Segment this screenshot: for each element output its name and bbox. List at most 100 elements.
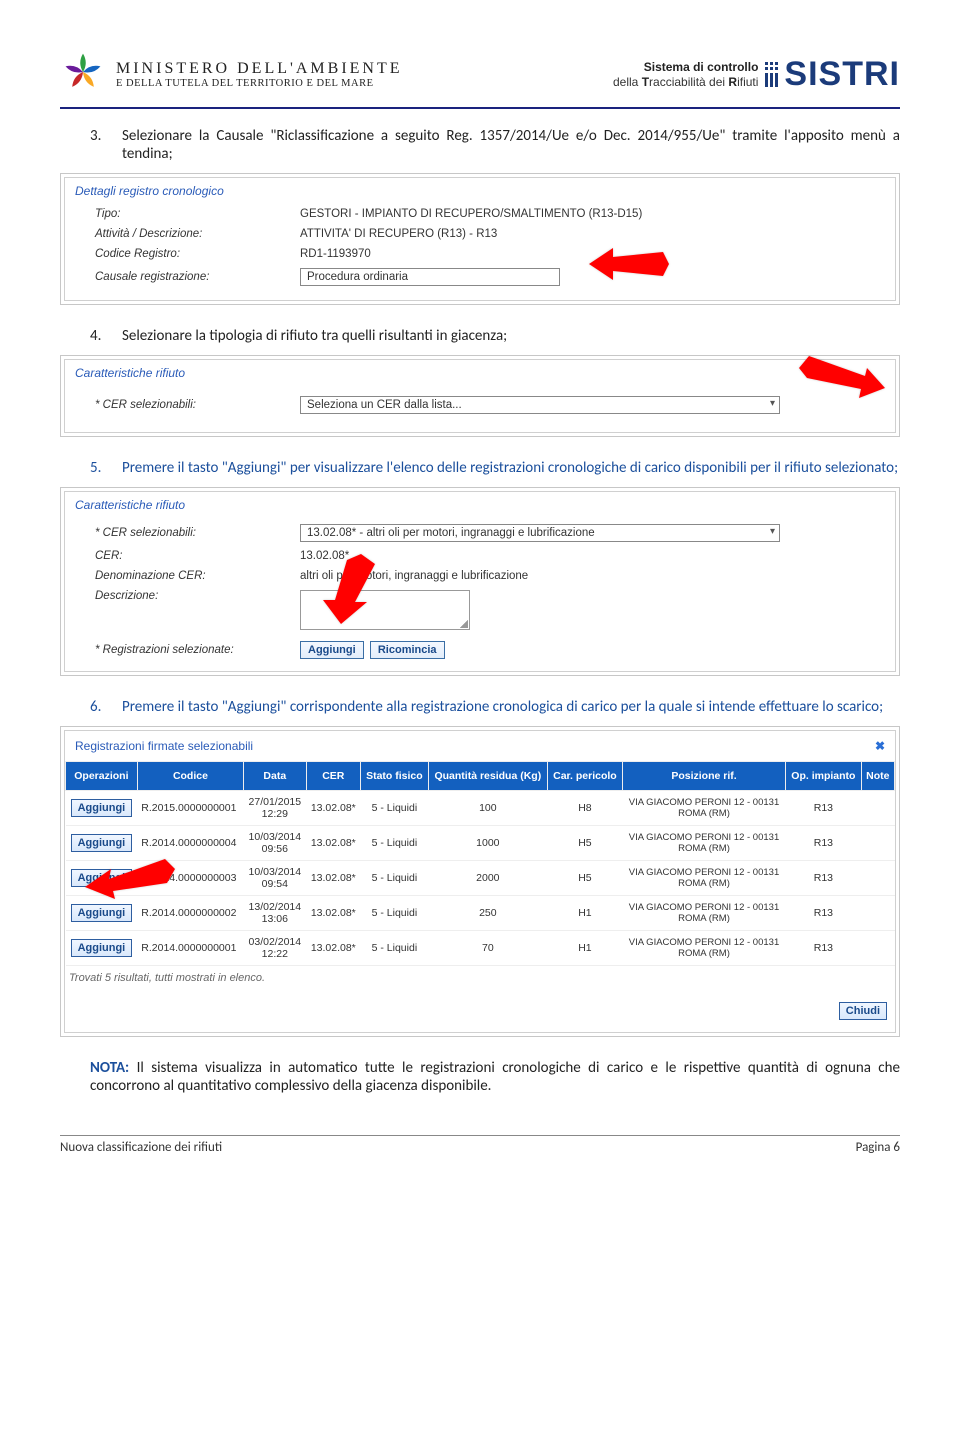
nota-label: NOTA: <box>90 1059 129 1077</box>
panel-caratteristiche-rifiuto-1: Caratteristiche rifiuto * CER selezionab… <box>60 355 900 437</box>
cell-opimp: R13 <box>786 861 861 896</box>
aggiungi-row-button[interactable]: Aggiungi <box>71 799 133 817</box>
cell-opimp: R13 <box>786 896 861 931</box>
ministry-text: MINISTERO DELL'AMBIENTE E DELLA TUTELA D… <box>116 60 403 89</box>
ministry-logo-icon <box>60 50 106 99</box>
close-icon[interactable]: ✖ <box>875 739 885 753</box>
panel-caratteristiche-rifiuto-2: Caratteristiche rifiuto * CER selezionab… <box>60 487 900 676</box>
table-row: AggiungiR.2014.000000000310/03/201409:54… <box>66 861 895 896</box>
cell-note <box>861 896 894 931</box>
value-attivita: ATTIVITA' DI RECUPERO (R13) - R13 <box>300 228 895 240</box>
step-text: Premere il tasto "Aggiungi" per visualiz… <box>122 459 900 477</box>
ministry-line2: E DELLA TUTELA DEL TERRITORIO E DEL MARE <box>116 78 403 89</box>
causale-select[interactable]: Procedura ordinaria <box>300 268 560 286</box>
cell-qta: 70 <box>428 931 547 966</box>
chiudi-button[interactable]: Chiudi <box>839 1002 887 1020</box>
label-registrazioni-selezionate: * Registrazioni selezionate: <box>95 644 300 656</box>
cell-car: H5 <box>548 861 623 896</box>
cell-stato: 5 - Liquidi <box>361 861 429 896</box>
cell-posizione: VIA GIACOMO PERONI 12 - 00131ROMA (RM) <box>622 861 785 896</box>
cell-note <box>861 826 894 861</box>
cer-select[interactable]: Seleziona un CER dalla lista... <box>300 396 780 414</box>
aggiungi-button[interactable]: Aggiungi <box>300 641 364 659</box>
barcode-icon <box>764 60 778 90</box>
cell-opimp: R13 <box>786 931 861 966</box>
cell-posizione: VIA GIACOMO PERONI 12 - 00131ROMA (RM) <box>622 896 785 931</box>
th-operazioni: Operazioni <box>66 762 138 791</box>
header-right: Sistema di controllo della Tracciabilità… <box>613 55 900 94</box>
th-note: Note <box>861 762 894 791</box>
step-number: 5. <box>90 459 104 477</box>
table-row: AggiungiR.2014.000000000213/02/201413:06… <box>66 896 895 931</box>
step-text: Selezionare la Causale "Riclassificazion… <box>122 127 900 163</box>
label-attivita: Attività / Descrizione: <box>95 228 300 240</box>
ministry-line1: MINISTERO DELL'AMBIENTE <box>116 60 403 78</box>
ricomincia-button[interactable]: Ricomincia <box>370 641 445 659</box>
cell-data: 10/03/201409:56 <box>244 826 306 861</box>
cell-data: 03/02/201412:22 <box>244 931 306 966</box>
page-header: MINISTERO DELL'AMBIENTE E DELLA TUTELA D… <box>60 50 900 109</box>
cell-cer: 13.02.08* <box>306 791 361 826</box>
cer-select-value[interactable]: 13.02.08* - altri oli per motori, ingran… <box>300 524 780 542</box>
label-causale: Causale registrazione: <box>95 271 300 283</box>
aggiungi-row-button[interactable]: Aggiungi <box>71 939 133 957</box>
panel-title: Caratteristiche rifiuto <box>65 360 895 382</box>
cell-cer: 13.02.08* <box>306 826 361 861</box>
page-footer: Nuova classificazione dei rifiuti Pagina… <box>60 1135 900 1155</box>
panel-title: Registrazioni firmate selezionabili ✖ <box>65 731 895 761</box>
table-row: AggiungiR.2014.000000000410/03/201409:56… <box>66 826 895 861</box>
cell-data: 10/03/201409:54 <box>244 861 306 896</box>
th-stato-fisico: Stato fisico <box>361 762 429 791</box>
step-text: Selezionare la tipologia di rifiuto tra … <box>122 327 900 345</box>
value-cer: 13.02.08* <box>300 550 895 562</box>
step-text: Premere il tasto "Aggiungi" corrisponden… <box>122 698 900 716</box>
cell-posizione: VIA GIACOMO PERONI 12 - 00131ROMA (RM) <box>622 791 785 826</box>
step-3: 3. Selezionare la Causale "Riclassificaz… <box>90 127 900 163</box>
red-arrow-icon <box>85 853 175 904</box>
cell-posizione: VIA GIACOMO PERONI 12 - 00131ROMA (RM) <box>622 931 785 966</box>
cell-stato: 5 - Liquidi <box>361 931 429 966</box>
cell-opimp: R13 <box>786 826 861 861</box>
label-cer: CER: <box>95 550 300 562</box>
aggiungi-row-button[interactable]: Aggiungi <box>71 904 133 922</box>
step-4: 4. Selezionare la tipologia di rifiuto t… <box>90 327 900 345</box>
cell-note <box>861 791 894 826</box>
panel-title: Caratteristiche rifiuto <box>65 492 895 514</box>
aggiungi-row-button[interactable]: Aggiungi <box>71 834 133 852</box>
cell-note <box>861 931 894 966</box>
nota-block: NOTA: Il sistema visualizza in automatic… <box>90 1059 900 1095</box>
cell-car: H1 <box>548 931 623 966</box>
table-row: AggiungiR.2015.000000000127/01/201512:29… <box>66 791 895 826</box>
cell-qta: 250 <box>428 896 547 931</box>
panel-dettagli-registro: Dettagli registro cronologico Tipo:GESTO… <box>60 173 900 305</box>
footer-left: Nuova classificazione dei rifiuti <box>60 1140 222 1155</box>
registrazioni-table: Operazioni Codice Data CER Stato fisico … <box>65 761 895 966</box>
nota-text: Il sistema visualizza in automatico tutt… <box>90 1059 900 1095</box>
panel-registrazioni-firmate: Registrazioni firmate selezionabili ✖ Op… <box>60 726 900 1037</box>
label-cer-selezionabili: * CER selezionabili: <box>95 527 300 539</box>
red-arrow-icon <box>321 554 383 629</box>
cell-codice: R.2015.0000000001 <box>137 791 243 826</box>
header-left: MINISTERO DELL'AMBIENTE E DELLA TUTELA D… <box>60 50 403 99</box>
footer-right: Pagina 6 <box>856 1140 900 1155</box>
label-tipo: Tipo: <box>95 208 300 220</box>
sistri-subtitle: Sistema di controllo della Tracciabilità… <box>613 60 758 90</box>
table-header-row: Operazioni Codice Data CER Stato fisico … <box>66 762 895 791</box>
cell-note <box>861 861 894 896</box>
label-codice-registro: Codice Registro: <box>95 248 300 260</box>
cell-qta: 2000 <box>428 861 547 896</box>
cell-stato: 5 - Liquidi <box>361 826 429 861</box>
value-tipo: GESTORI - IMPIANTO DI RECUPERO/SMALTIMEN… <box>300 208 895 220</box>
value-denominazione: altri oli per motori, ingranaggi e lubri… <box>300 570 895 582</box>
cell-cer: 13.02.08* <box>306 931 361 966</box>
table-row: AggiungiR.2014.000000000103/02/201412:22… <box>66 931 895 966</box>
cell-posizione: VIA GIACOMO PERONI 12 - 00131ROMA (RM) <box>622 826 785 861</box>
cell-car: H1 <box>548 896 623 931</box>
th-codice: Codice <box>137 762 243 791</box>
step-number: 6. <box>90 698 104 716</box>
cell-cer: 13.02.08* <box>306 896 361 931</box>
red-arrow-icon <box>589 244 669 289</box>
step-5: 5. Premere il tasto "Aggiungi" per visua… <box>90 459 900 477</box>
cell-codice: R.2014.0000000001 <box>137 931 243 966</box>
cell-car: H5 <box>548 826 623 861</box>
